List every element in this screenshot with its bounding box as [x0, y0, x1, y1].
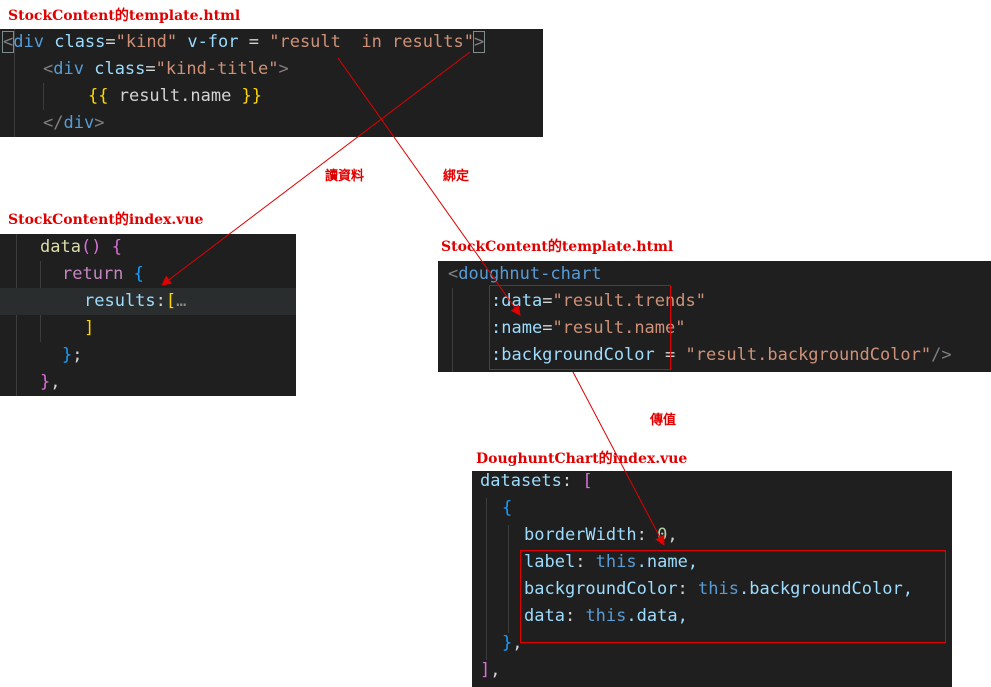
arrow-bind [337, 57, 521, 316]
annotation-arrows [161, 51, 665, 546]
arrow-pass-value [572, 371, 665, 546]
arrow-read-data [161, 51, 471, 286]
